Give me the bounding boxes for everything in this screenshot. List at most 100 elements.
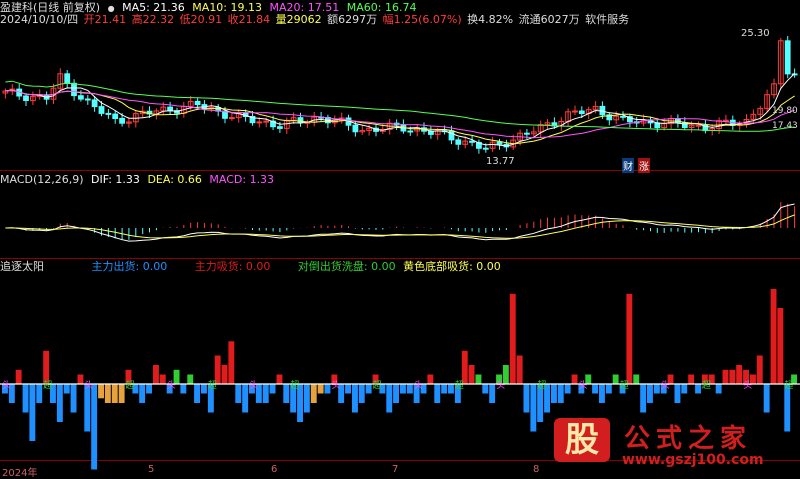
ma10-line <box>5 89 795 145</box>
indicator-bar <box>187 374 194 384</box>
indicator-bar <box>523 384 530 413</box>
indicator-bar <box>763 384 770 413</box>
indicator-bar <box>461 350 468 385</box>
indicator-bar <box>201 384 207 394</box>
candle-body <box>167 106 173 112</box>
indicator-bar <box>729 369 736 385</box>
indicator-bar <box>715 384 722 394</box>
candle-body <box>482 147 489 150</box>
candle-body <box>524 132 530 135</box>
indicator-bar <box>406 384 413 394</box>
candle-group <box>2 35 798 154</box>
indicator-marker: 头 <box>331 380 340 391</box>
watermark-title: 公式之家 <box>624 424 753 454</box>
indicator-marker: 超 <box>373 379 382 391</box>
indicator-bar <box>770 289 777 384</box>
indicator-bar <box>56 384 63 422</box>
candle-body <box>784 40 791 75</box>
candle-body <box>572 110 578 113</box>
indicator-bar <box>551 384 557 403</box>
candle-body <box>112 113 119 119</box>
indicator-bar <box>653 384 660 394</box>
candle-body <box>78 95 84 100</box>
indicator-bar <box>63 384 70 394</box>
indicator-bar <box>43 350 50 385</box>
candle-body <box>91 99 98 108</box>
indicator-bar <box>509 293 516 385</box>
x-label-jul: 7 <box>392 464 399 475</box>
indicator-bar <box>756 355 763 384</box>
indicator-bar <box>118 384 125 403</box>
candle-body <box>64 73 71 84</box>
indicator-bar <box>36 384 43 403</box>
indicator-bar <box>365 384 372 394</box>
chart-canvas: 头超头超头超头超头超头超头超头超头超头超 <box>0 35 800 470</box>
indicator-bar <box>317 384 324 394</box>
indicator-bar <box>139 384 146 403</box>
dea-line <box>5 214 795 239</box>
indicator-marker: 头 <box>578 380 587 391</box>
ma5-line <box>5 73 795 147</box>
candle-body <box>352 124 359 133</box>
indicator-bar <box>736 365 743 384</box>
indicator-marker: 头 <box>743 380 752 391</box>
watermark-url: www.gszj100.com <box>622 452 764 468</box>
indicator-bar <box>681 384 688 394</box>
macd-group <box>5 202 796 242</box>
candle-body <box>448 130 455 141</box>
watermark-logo: 股 <box>554 418 610 462</box>
indicator-bar <box>393 384 399 403</box>
indicator-marker: 超 <box>620 379 629 391</box>
indicator-bar <box>262 384 269 403</box>
indicator-bar <box>29 384 36 441</box>
indicator-bar <box>557 384 564 403</box>
ma20-line <box>5 89 795 139</box>
indicator-bar <box>269 384 276 394</box>
indicator-bar <box>386 384 393 413</box>
indicator-marker: 超 <box>43 379 52 391</box>
candle-body <box>84 98 91 101</box>
indicator-marker: 头 <box>414 380 423 391</box>
indicator-bar <box>516 355 523 384</box>
tag-rise[interactable]: 涨 <box>638 158 650 173</box>
indicator-bar <box>400 384 406 394</box>
tag-finance[interactable]: 财 <box>622 158 634 173</box>
price-label-2: 17.43 <box>772 121 798 131</box>
indicator-bar <box>70 384 77 413</box>
candle-body <box>23 95 29 101</box>
indicator-bar <box>468 365 475 384</box>
indicator-bar <box>441 384 448 394</box>
indicator-bar <box>482 384 489 394</box>
indicator-bar <box>612 374 619 384</box>
indicator-marker: 头 <box>2 380 11 391</box>
indicator-bar <box>530 384 537 432</box>
indicator-marker: 超 <box>290 379 299 391</box>
indicator-bar <box>77 374 84 384</box>
indicator-bar <box>633 374 640 384</box>
indicator-bar <box>571 374 578 384</box>
candle-body <box>277 126 283 129</box>
indicator-bar <box>228 341 235 385</box>
indicator-bar <box>475 374 482 384</box>
indicator-bar <box>489 384 496 403</box>
x-label-may: 5 <box>148 464 155 475</box>
indicator-bar <box>777 308 784 384</box>
indicator-marker: 头 <box>661 380 670 391</box>
watermark: 股 公式之家 www.gszj100.com <box>554 418 794 474</box>
candle-body <box>194 100 201 106</box>
indicator-bar <box>235 384 242 403</box>
indicator-bar <box>592 384 598 394</box>
indicator-bar <box>599 384 605 403</box>
x-label-aug: 8 <box>533 464 540 475</box>
indicator-marker: 超 <box>126 379 135 391</box>
indicator-marker: 头 <box>84 380 93 391</box>
indicator-marker: 超 <box>537 379 546 391</box>
indicator-marker: 超 <box>208 379 217 391</box>
indicator-bar <box>674 384 681 403</box>
candle-body <box>654 122 661 129</box>
candle-body <box>620 115 626 118</box>
max-price-label: 25.30 <box>741 28 770 39</box>
indicator-bar <box>214 355 221 384</box>
candle-body <box>496 141 503 145</box>
indicator-bar <box>22 384 29 413</box>
